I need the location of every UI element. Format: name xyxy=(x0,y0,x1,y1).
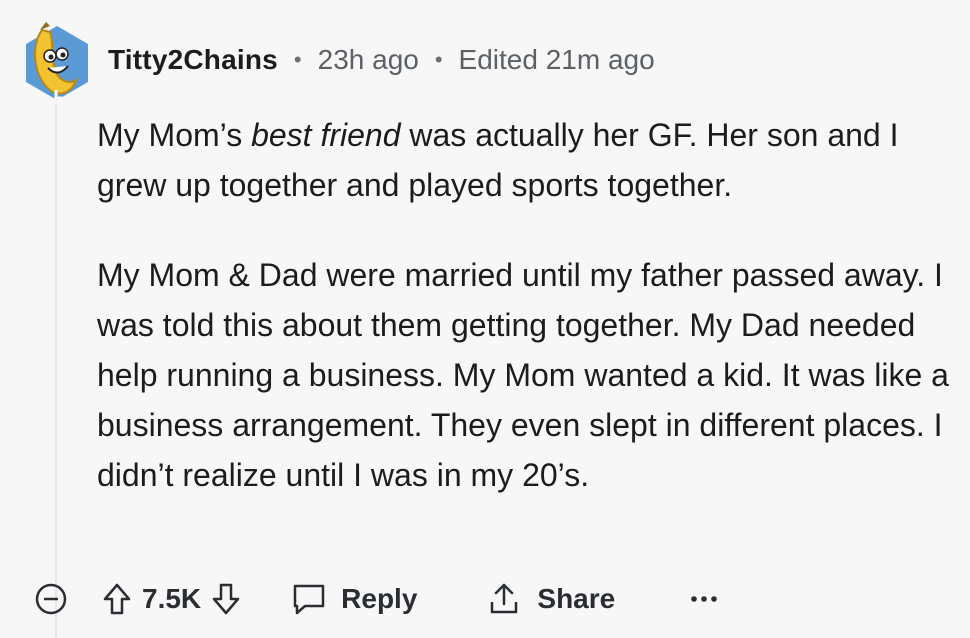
vote-score: 7.5K xyxy=(142,583,202,614)
more-dots-icon xyxy=(691,596,718,602)
reply-button[interactable]: Reply xyxy=(291,582,417,616)
speech-bubble-icon xyxy=(293,584,325,615)
comment-paragraph-1: My Mom’s best friend was actually her GF… xyxy=(97,110,957,210)
banana-avatar-icon xyxy=(26,22,88,100)
comment-paragraph-2: My Mom & Dad were married until my fathe… xyxy=(97,257,949,493)
edited-label: Edited 21m ago xyxy=(458,44,655,75)
downvote-button[interactable] xyxy=(211,582,241,616)
avatar[interactable] xyxy=(20,18,94,102)
upvote-button[interactable] xyxy=(102,582,132,616)
separator-dot: • xyxy=(434,47,443,72)
username[interactable]: Titty2Chains xyxy=(108,44,278,76)
collapse-button[interactable] xyxy=(34,582,68,616)
thread-line[interactable] xyxy=(55,104,57,638)
paragraph1-start: My Mom’s xyxy=(97,117,252,153)
upvote-arrow-icon xyxy=(103,583,131,615)
comment-body: My Mom’s best friend was actually her GF… xyxy=(97,110,957,500)
timestamp[interactable]: 23h ago xyxy=(318,44,419,76)
share-label: Share xyxy=(537,583,616,614)
comment-action-bar: 7.5K Reply Share xyxy=(34,575,719,623)
paragraph1-italic: best friend xyxy=(251,117,401,153)
collapse-minus-icon xyxy=(35,583,67,615)
downvote-arrow-icon xyxy=(212,583,240,615)
share-button[interactable]: Share xyxy=(487,582,615,616)
more-options-button[interactable] xyxy=(689,594,719,604)
share-upload-icon xyxy=(491,583,518,614)
separator-dot: • xyxy=(293,47,302,72)
reply-label: Reply xyxy=(341,583,418,614)
comment-header: Titty2Chains • 23h ago • Edited 21m ago xyxy=(108,44,655,76)
